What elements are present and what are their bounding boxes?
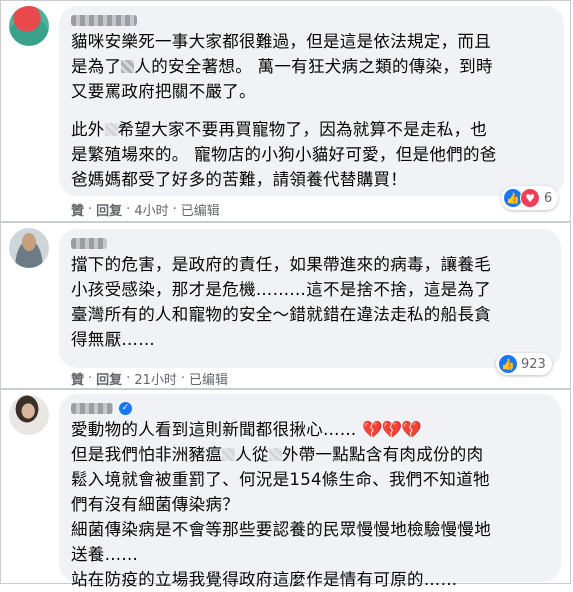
author-name[interactable] (71, 12, 552, 28)
timestamp[interactable]: 21小时 (134, 369, 177, 388)
comment-actions: 贊 · 回复 · 4小时 · 已编辑 (71, 200, 220, 219)
redaction-mosaic (268, 448, 282, 461)
reaction-count: 923 (521, 356, 546, 372)
comment-text: 愛動物的人看到這則新聞都很揪心…… 💔💔💔 但是我們怕非洲豬瘟 人從 外帶一點點含有… (71, 420, 491, 589)
broken-heart-icon: 💔💔💔 (362, 420, 422, 439)
blurred-author-name (71, 14, 137, 26)
author-name[interactable]: ✓ (71, 400, 549, 416)
comment-bubble: 擋下的危害，是政府的責任，如果帶進來的病毒，讓養毛 小孩受感染，那才是危機………… (59, 229, 561, 368)
reaction-count: 6 (544, 190, 553, 206)
edited-label: 已编辑 (189, 373, 229, 388)
author-name[interactable] (71, 235, 549, 251)
comment-text: 擋下的危害，是政府的責任，如果帶進來的病毒，讓養毛 小孩受感染，那才是危機………… (71, 255, 491, 349)
comment-bubble: 貓咪安樂死一事大家都很難過，但是這是依法規定，而且 是為了 人的安全著想。 萬一有… (59, 6, 564, 196)
edited-label: 已编辑 (180, 204, 220, 219)
comment-panel: 貓咪安樂死一事大家都很難過，但是這是依法規定，而且 是為了 人的安全著想。 萬一有… (0, 0, 571, 222)
verified-badge-icon: ✓ (119, 401, 132, 415)
avatar[interactable] (9, 6, 49, 46)
comment-text: 此外 希望大家不要再買寵物了，因為就算不是走私，也 是繁殖場來的。 寵物店的小狗小… (71, 120, 497, 189)
reply-link[interactable]: 回复 (96, 369, 122, 388)
thumbs-up-icon: 👍 (499, 355, 517, 373)
comment-bubble: ✓ 愛動物的人看到這則新聞都很揪心…… 💔💔💔 但是我們怕非洲豬瘟 人從 外帶一點點… (59, 394, 561, 589)
avatar[interactable] (9, 228, 49, 268)
avatar[interactable] (9, 395, 49, 435)
blurred-author-name (71, 237, 107, 249)
reply-link[interactable]: 回复 (96, 200, 122, 219)
comment-text: 貓咪安樂死一事大家都很難過，但是這是依法規定，而且 是為了 人的安全著想。 萬一有… (71, 32, 493, 101)
blurred-author-name (71, 402, 113, 414)
redaction-mosaic (222, 448, 236, 461)
heart-icon: ♥ (520, 188, 540, 208)
comment-panel: ✓ 愛動物的人看到這則新聞都很揪心…… 💔💔💔 但是我們怕非洲豬瘟 人從 外帶一點點… (0, 389, 571, 589)
like-link[interactable]: 贊 (71, 369, 84, 388)
reaction-summary[interactable]: 👍 ♥ 6 (501, 186, 559, 210)
redaction-mosaic (104, 123, 118, 136)
reaction-summary[interactable]: 👍 923 (496, 353, 552, 375)
comment-actions: 贊 · 回复 · 21小时 · 已编辑 (71, 369, 229, 388)
like-link[interactable]: 贊 (71, 200, 84, 219)
comment-panel: 擋下的危害，是政府的責任，如果帶進來的病毒，讓養毛 小孩受感染，那才是危機………… (0, 222, 571, 389)
timestamp[interactable]: 4小时 (134, 200, 168, 219)
redaction-mosaic (121, 60, 135, 73)
